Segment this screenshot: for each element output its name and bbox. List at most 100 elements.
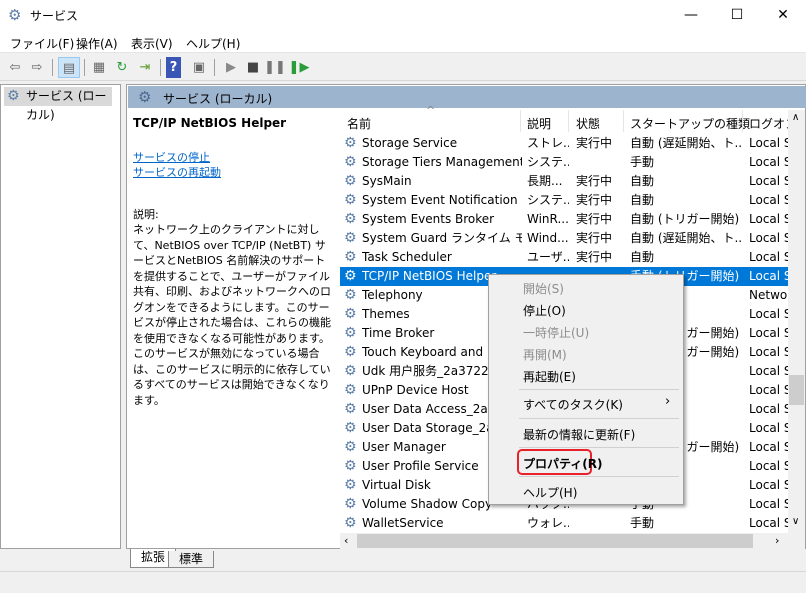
- close-button[interactable]: ✕: [760, 0, 806, 31]
- service-details: TCP/IP NetBIOS Helper サービスの停止 サービスの再起動 説…: [133, 116, 333, 408]
- forward-icon[interactable]: ⇨: [26, 57, 48, 78]
- tree-pane: ⚙ サービス (ローカル): [0, 84, 121, 549]
- menu-item-help[interactable]: ヘルプ(H): [523, 484, 577, 501]
- service-row[interactable]: ⚙ Storage Tiers Management システ... 手動 Local S: [340, 153, 788, 172]
- column-startup-type[interactable]: スタートアップの種類: [630, 115, 750, 132]
- sort-ascending-icon: ^: [426, 104, 436, 117]
- menu-item-start[interactable]: 開始(S): [523, 280, 564, 297]
- maximize-button[interactable]: ☐: [714, 0, 760, 31]
- service-logon: Local S: [749, 212, 788, 226]
- column-name[interactable]: 名前: [347, 115, 371, 132]
- gear-icon: ⚙: [344, 496, 357, 512]
- gear-icon: ⚙: [344, 344, 357, 360]
- gear-icon: ⚙: [344, 287, 357, 303]
- back-icon[interactable]: ⇦: [4, 57, 26, 78]
- scroll-left-icon[interactable]: ‹: [344, 534, 348, 547]
- column-divider[interactable]: [623, 110, 624, 132]
- menu-item-all-tasks[interactable]: すべてのタスク(K): [523, 396, 623, 413]
- column-logon[interactable]: ログオン: [749, 115, 788, 132]
- scroll-thumb[interactable]: [357, 534, 753, 548]
- service-logon: Local S: [749, 383, 788, 397]
- column-divider[interactable]: [568, 110, 569, 132]
- service-row[interactable]: ⚙ WalletService ウォレ... 手動 Local S: [340, 514, 788, 533]
- menu-view[interactable]: 表示(V): [131, 35, 173, 52]
- menu-action[interactable]: 操作(A): [76, 35, 118, 52]
- menu-item-restart[interactable]: 再起動(E): [523, 368, 576, 385]
- service-logon: Local S: [749, 421, 788, 435]
- action-pane-icon[interactable]: ▣: [188, 57, 210, 78]
- minimize-button[interactable]: —: [668, 0, 714, 31]
- service-name: SysMain: [362, 174, 412, 188]
- tree-item-services-local[interactable]: ⚙ サービス (ローカル): [4, 87, 112, 122]
- column-status[interactable]: 状態: [576, 115, 600, 132]
- export-list-icon[interactable]: ⇥: [134, 57, 156, 78]
- services-gear-icon: ⚙: [8, 6, 22, 24]
- view-tabs: 拡張 標準: [126, 549, 806, 569]
- menu-item-resume[interactable]: 再開(M): [523, 346, 567, 363]
- restart-service-icon[interactable]: ❚▶: [288, 57, 310, 78]
- start-service-icon[interactable]: ▶: [220, 57, 242, 78]
- service-name: Storage Service: [362, 136, 458, 150]
- refresh-icon[interactable]: ↻: [111, 57, 133, 78]
- service-status: 実行中: [576, 193, 613, 207]
- column-divider[interactable]: [520, 110, 521, 132]
- service-row[interactable]: ⚙ Task Scheduler ユーザ... 実行中 自動 Local S: [340, 248, 788, 267]
- show-hide-tree-icon[interactable]: ▤: [58, 57, 80, 78]
- toolbar-separator: [84, 59, 85, 76]
- service-logon: Local S: [749, 231, 788, 245]
- help-icon[interactable]: ?: [166, 57, 181, 78]
- service-logon: Local S: [749, 250, 788, 264]
- service-startup-type: 手動: [630, 516, 655, 530]
- service-row[interactable]: ⚙ SysMain 長期... 実行中 自動 Local S: [340, 172, 788, 191]
- properties-icon[interactable]: ▦: [88, 57, 110, 78]
- column-divider[interactable]: [742, 110, 743, 132]
- toolbar-separator: [214, 59, 215, 76]
- service-logon: Local S: [749, 402, 788, 416]
- menu-help[interactable]: ヘルプ(H): [186, 35, 240, 52]
- service-logon: Local S: [749, 516, 788, 530]
- stop-service-icon[interactable]: ■: [242, 57, 264, 78]
- service-startup-type: 自動: [630, 193, 655, 207]
- restart-service-link[interactable]: サービスの再起動: [133, 165, 333, 181]
- scroll-thumb[interactable]: [789, 375, 804, 405]
- gear-icon: ⚙: [344, 173, 357, 189]
- menu-item-refresh[interactable]: 最新の情報に更新(F): [523, 426, 635, 443]
- menu-file[interactable]: ファイル(F): [10, 35, 74, 52]
- service-startup-type: 手動: [630, 155, 655, 169]
- scroll-up-icon[interactable]: ∧: [792, 112, 799, 123]
- scroll-down-icon[interactable]: ∨: [792, 516, 799, 527]
- column-description[interactable]: 説明: [527, 115, 551, 132]
- service-row[interactable]: ⚙ System Event Notification S... システ... 実行中…: [340, 191, 788, 210]
- gear-icon: ⚙: [344, 154, 357, 170]
- vertical-scrollbar[interactable]: ∧ ∨: [788, 110, 805, 533]
- pane-title: サービス (ローカル): [163, 92, 273, 106]
- service-description: システ...: [527, 193, 569, 207]
- service-row[interactable]: ⚙ System Guard ランタイム モニ... Wind... 実行中 自動 (遅…: [340, 229, 788, 248]
- service-row[interactable]: ⚙ Storage Service ストレ... 実行中 自動 (遅延開始、ト... Lo…: [340, 134, 788, 153]
- tree-item-label: サービス (ローカル): [26, 89, 107, 122]
- service-logon: Local S: [749, 269, 788, 283]
- description-label: 説明:: [133, 207, 159, 221]
- menu-item-pause[interactable]: 一時停止(U): [523, 324, 589, 341]
- service-logon: Local S: [749, 174, 788, 188]
- service-logon: Local S: [749, 136, 788, 150]
- gear-icon: ⚙: [344, 382, 357, 398]
- service-name: Storage Tiers Management: [362, 155, 522, 169]
- service-logon: Local S: [749, 459, 788, 473]
- gear-icon: ⚙: [344, 325, 357, 341]
- service-description: システ...: [527, 155, 569, 169]
- horizontal-scrollbar[interactable]: ‹ ›: [340, 533, 805, 549]
- service-logon: Local S: [749, 497, 788, 511]
- scroll-right-icon[interactable]: ›: [775, 534, 779, 547]
- pause-service-icon[interactable]: ❚❚: [264, 57, 286, 78]
- toolbar-separator: [52, 59, 53, 76]
- menu-separator: [519, 418, 679, 419]
- menu-item-stop[interactable]: 停止(O): [523, 302, 566, 319]
- gear-icon: ⚙: [344, 230, 357, 246]
- service-name: TCP/IP NetBIOS Helper: [133, 116, 287, 130]
- service-row[interactable]: ⚙ System Events Broker WinR... 実行中 自動 (トリガー開…: [340, 210, 788, 229]
- service-startup-type: 自動 (遅延開始、ト...: [630, 136, 742, 150]
- stop-service-link[interactable]: サービスの停止: [133, 150, 333, 166]
- tab-standard[interactable]: 標準: [168, 551, 215, 568]
- menu-item-properties[interactable]: プロパティ(R): [523, 455, 603, 472]
